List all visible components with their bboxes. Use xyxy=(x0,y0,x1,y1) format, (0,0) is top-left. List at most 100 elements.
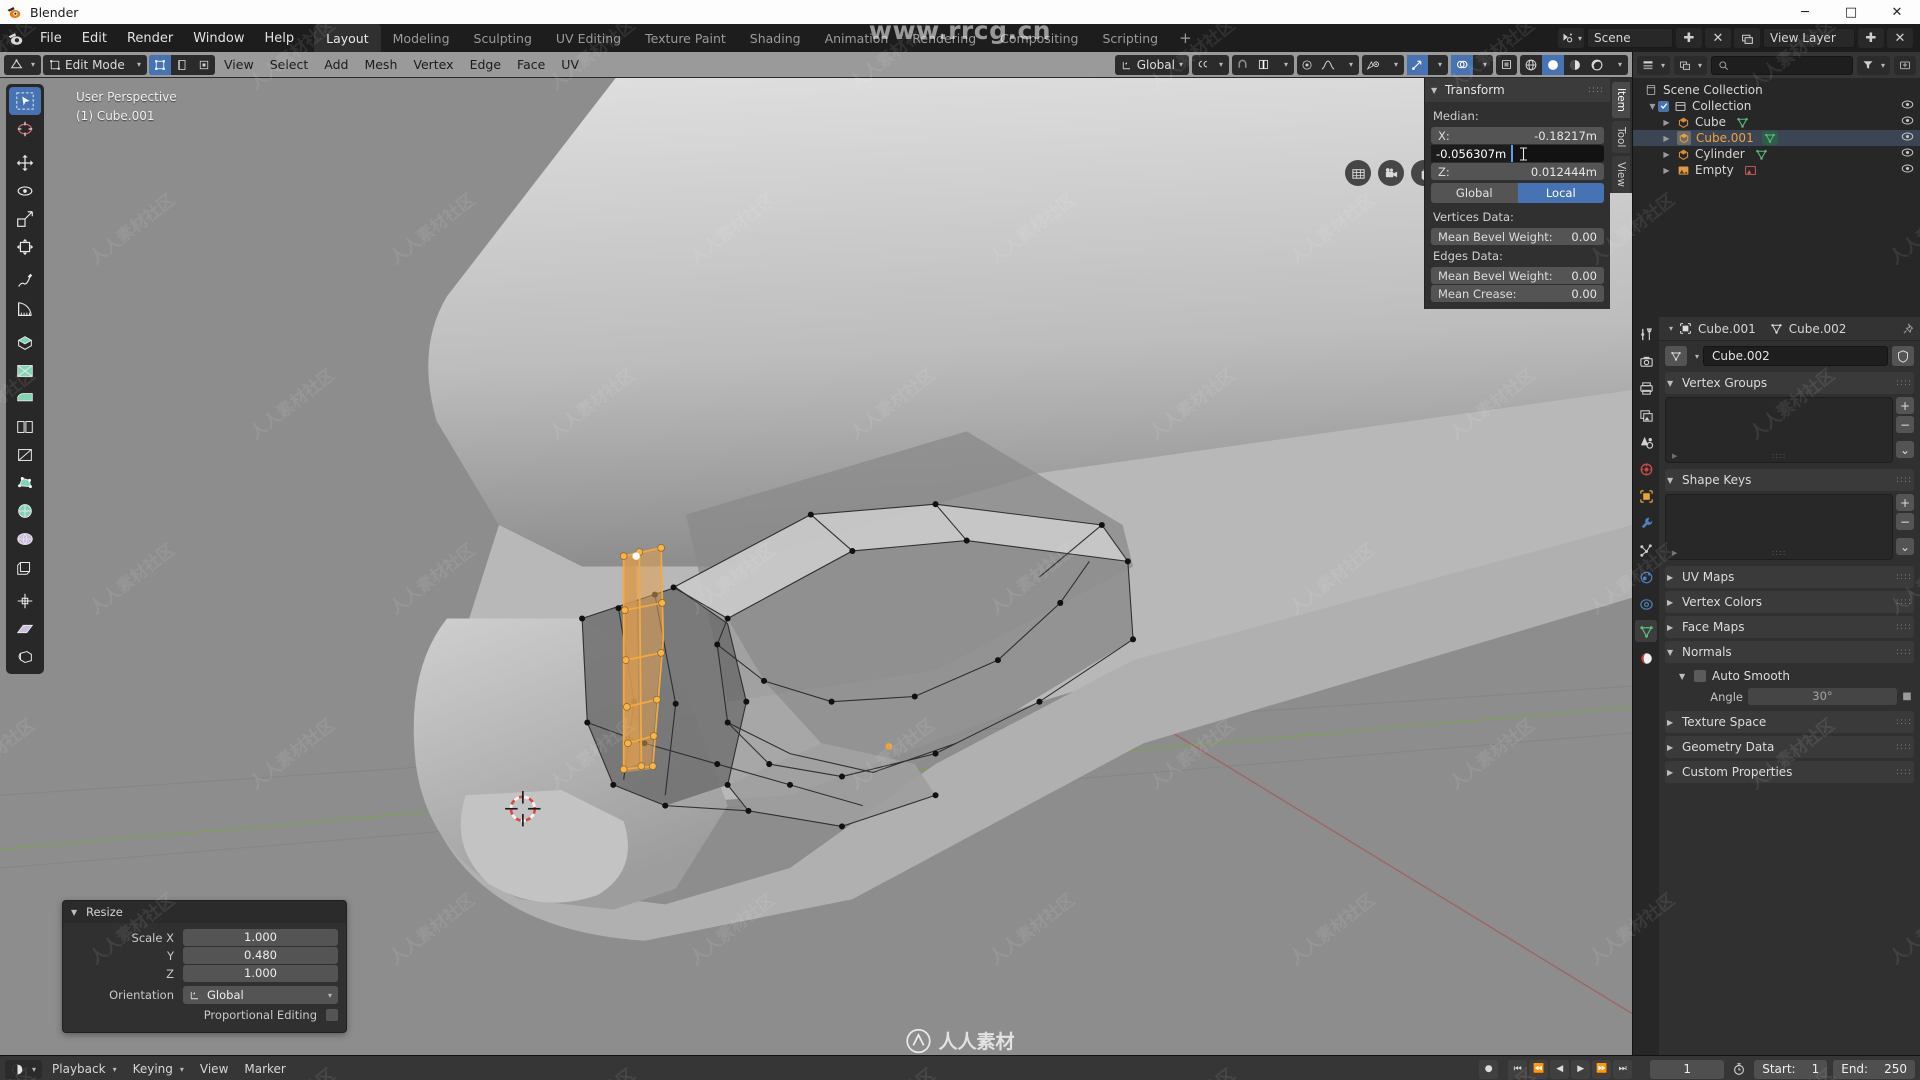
tab-layout[interactable]: Layout xyxy=(314,24,381,52)
viewport-menu-uv[interactable]: UV xyxy=(554,55,586,75)
face-select-mode-icon[interactable] xyxy=(193,55,215,75)
tab-scripting[interactable]: Scripting xyxy=(1091,24,1171,52)
outliner-row-scene-collection[interactable]: Scene Collection xyxy=(1633,82,1920,98)
edge-mean-bevel-weight-field[interactable]: Mean Bevel Weight: 0.00 xyxy=(1431,267,1604,284)
tab-compositing[interactable]: Compositing xyxy=(988,24,1090,52)
object-data-tab[interactable] xyxy=(1635,620,1657,642)
fake-user-shield-button[interactable] xyxy=(1892,346,1914,366)
use-preview-range-icon[interactable] xyxy=(1728,1060,1750,1079)
inset-faces-tool-icon[interactable] xyxy=(9,357,41,385)
remove-shape-key-button[interactable]: − xyxy=(1896,513,1914,530)
transform-tool-icon[interactable] xyxy=(9,233,41,261)
3d-viewport[interactable]: User Perspective (1) Cube.001 ▼ Transfor… xyxy=(0,78,1632,1055)
visibility-eye-icon[interactable] xyxy=(1901,99,1914,113)
tool-tab[interactable] xyxy=(1635,323,1657,345)
section-shape-keys[interactable]: ▼ Shape Keys :::: xyxy=(1665,469,1914,491)
chevron-down-icon[interactable]: ▾ xyxy=(1274,55,1294,75)
remove-view-layer-button[interactable]: ✕ xyxy=(1887,28,1913,48)
operator-panel-header[interactable]: ▼ Resize xyxy=(63,901,346,923)
global-space-button[interactable]: Global xyxy=(1431,183,1518,203)
collection-checkbox[interactable] xyxy=(1658,100,1669,112)
menu-help[interactable]: Help xyxy=(255,24,305,52)
current-frame-field[interactable]: 1 xyxy=(1650,1059,1725,1079)
chevron-down-icon[interactable]: ▾ xyxy=(1669,324,1673,333)
angle-value[interactable]: 30° xyxy=(1748,688,1897,705)
rendered-shading-icon[interactable] xyxy=(1586,55,1608,75)
falloff-curve-icon[interactable] xyxy=(1317,55,1339,75)
outliner-filter-button[interactable]: ▾ xyxy=(1856,55,1890,75)
edge-select-mode-icon[interactable] xyxy=(171,55,193,75)
chevron-down-icon[interactable]: ▾ xyxy=(1428,55,1448,75)
scene-browse-icon[interactable]: ▾ xyxy=(1558,28,1584,48)
rip-region-tool-icon[interactable] xyxy=(9,643,41,671)
add-shape-key-button[interactable]: + xyxy=(1896,494,1914,511)
breadcrumb-object[interactable]: Cube.001 xyxy=(1698,322,1756,336)
material-tab[interactable] xyxy=(1635,647,1657,669)
chevron-down-icon[interactable]: ▾ xyxy=(1473,55,1493,75)
editor-type-button[interactable]: ▾ xyxy=(4,54,42,75)
interaction-mode-dropdown[interactable]: Edit Mode ▾ xyxy=(43,54,148,75)
list-resize-grip-icon[interactable]: :::: xyxy=(1772,548,1787,557)
shape-keys-list[interactable]: ▶ :::: xyxy=(1665,494,1893,560)
view-layer-browse-icon[interactable] xyxy=(1734,28,1760,48)
visibility-eye-icon[interactable] xyxy=(1901,163,1914,177)
expand-triangle-icon[interactable]: ▶ xyxy=(1672,452,1677,460)
local-space-button[interactable]: Local xyxy=(1517,183,1604,203)
shape-key-specials-button[interactable]: ⌄ xyxy=(1896,538,1914,555)
animate-property-dot-icon[interactable]: ■ xyxy=(1902,691,1912,702)
vertex-select-mode-icon[interactable] xyxy=(149,54,172,75)
snap-target-dropdown[interactable]: ▾ xyxy=(1191,54,1229,75)
blender-menu-icon[interactable] xyxy=(0,24,30,52)
viewport-menu-vertex[interactable]: Vertex xyxy=(406,55,460,75)
constraints-tab[interactable] xyxy=(1635,593,1657,615)
viewport-menu-face[interactable]: Face xyxy=(510,55,552,75)
auto-keying-button[interactable]: ● xyxy=(1479,1059,1499,1079)
play-reverse-button[interactable]: ◀ xyxy=(1550,1059,1570,1079)
extrude-region-tool-icon[interactable] xyxy=(9,329,41,357)
wireframe-shading-icon[interactable] xyxy=(1520,55,1542,75)
object-tab[interactable] xyxy=(1635,485,1657,507)
frame-range-fields[interactable]: Start: 1 xyxy=(1754,1059,1828,1079)
tweak-tool-icon[interactable] xyxy=(9,87,41,115)
timeline-menu-keying[interactable]: Keying ▾ xyxy=(127,1060,190,1079)
sidebar-tab-item[interactable]: Item xyxy=(1612,82,1630,118)
sidebar-tab-view[interactable]: View xyxy=(1612,156,1630,194)
viewport-menu-mesh[interactable]: Mesh xyxy=(357,55,404,75)
solid-shading-icon[interactable] xyxy=(1542,54,1564,75)
outliner-row-cube[interactable]: ▶ Cube xyxy=(1633,114,1920,130)
previous-keyframe-button[interactable]: ⏪ xyxy=(1529,1059,1549,1079)
outliner-row-cube-001[interactable]: ▶ Cube.001 xyxy=(1633,130,1920,146)
section-vertex-groups[interactable]: ▼ Vertex Groups :::: xyxy=(1665,372,1914,394)
world-tab[interactable] xyxy=(1635,458,1657,480)
move-tool-icon[interactable] xyxy=(9,149,41,177)
close-button[interactable]: ✕ xyxy=(1874,0,1920,24)
visibility-eye-icon[interactable] xyxy=(1901,131,1914,145)
jump-to-end-button[interactable]: ⏭ xyxy=(1613,1059,1633,1079)
loop-cut-tool-icon[interactable] xyxy=(9,413,41,441)
median-y-field[interactable]: -0.056307m xyxy=(1431,145,1604,162)
disclosure-triangle-icon[interactable]: ▶ xyxy=(1661,134,1672,143)
tab-shading[interactable]: Shading xyxy=(738,24,813,52)
visibility-eye-icon[interactable] xyxy=(1901,147,1914,161)
measure-tool-icon[interactable] xyxy=(9,295,41,323)
camera-view-icon[interactable] xyxy=(1378,160,1404,186)
viewport-menu-add[interactable]: Add xyxy=(317,55,355,75)
play-button[interactable]: ▶ xyxy=(1571,1059,1591,1079)
expand-triangle-icon[interactable]: ▶ xyxy=(1672,549,1677,557)
timeline-editor-type-button[interactable]: ▾ xyxy=(5,1059,43,1079)
viewport-menu-edge[interactable]: Edge xyxy=(463,55,508,75)
scale-tool-icon[interactable] xyxy=(9,205,41,233)
minimize-button[interactable]: ─ xyxy=(1782,0,1828,24)
tab-animation[interactable]: Animation xyxy=(813,24,901,52)
edge-mean-crease-field[interactable]: Mean Crease: 0.00 xyxy=(1431,285,1604,302)
new-scene-button[interactable]: ✚ xyxy=(1676,28,1702,48)
scene-name-field[interactable]: Scene xyxy=(1587,28,1673,48)
section-texture-space[interactable]: ▶ Texture Space :::: xyxy=(1665,711,1914,733)
rotate-tool-icon[interactable] xyxy=(9,177,41,205)
timeline-menu-playback[interactable]: Playback ▾ xyxy=(46,1060,123,1079)
next-keyframe-button[interactable]: ⏩ xyxy=(1592,1059,1612,1079)
bevel-tool-icon[interactable] xyxy=(9,385,41,413)
vertex-group-specials-button[interactable]: ⌄ xyxy=(1896,441,1914,458)
scene-tab[interactable] xyxy=(1635,431,1657,453)
chevron-down-icon[interactable]: ▾ xyxy=(1339,55,1359,75)
